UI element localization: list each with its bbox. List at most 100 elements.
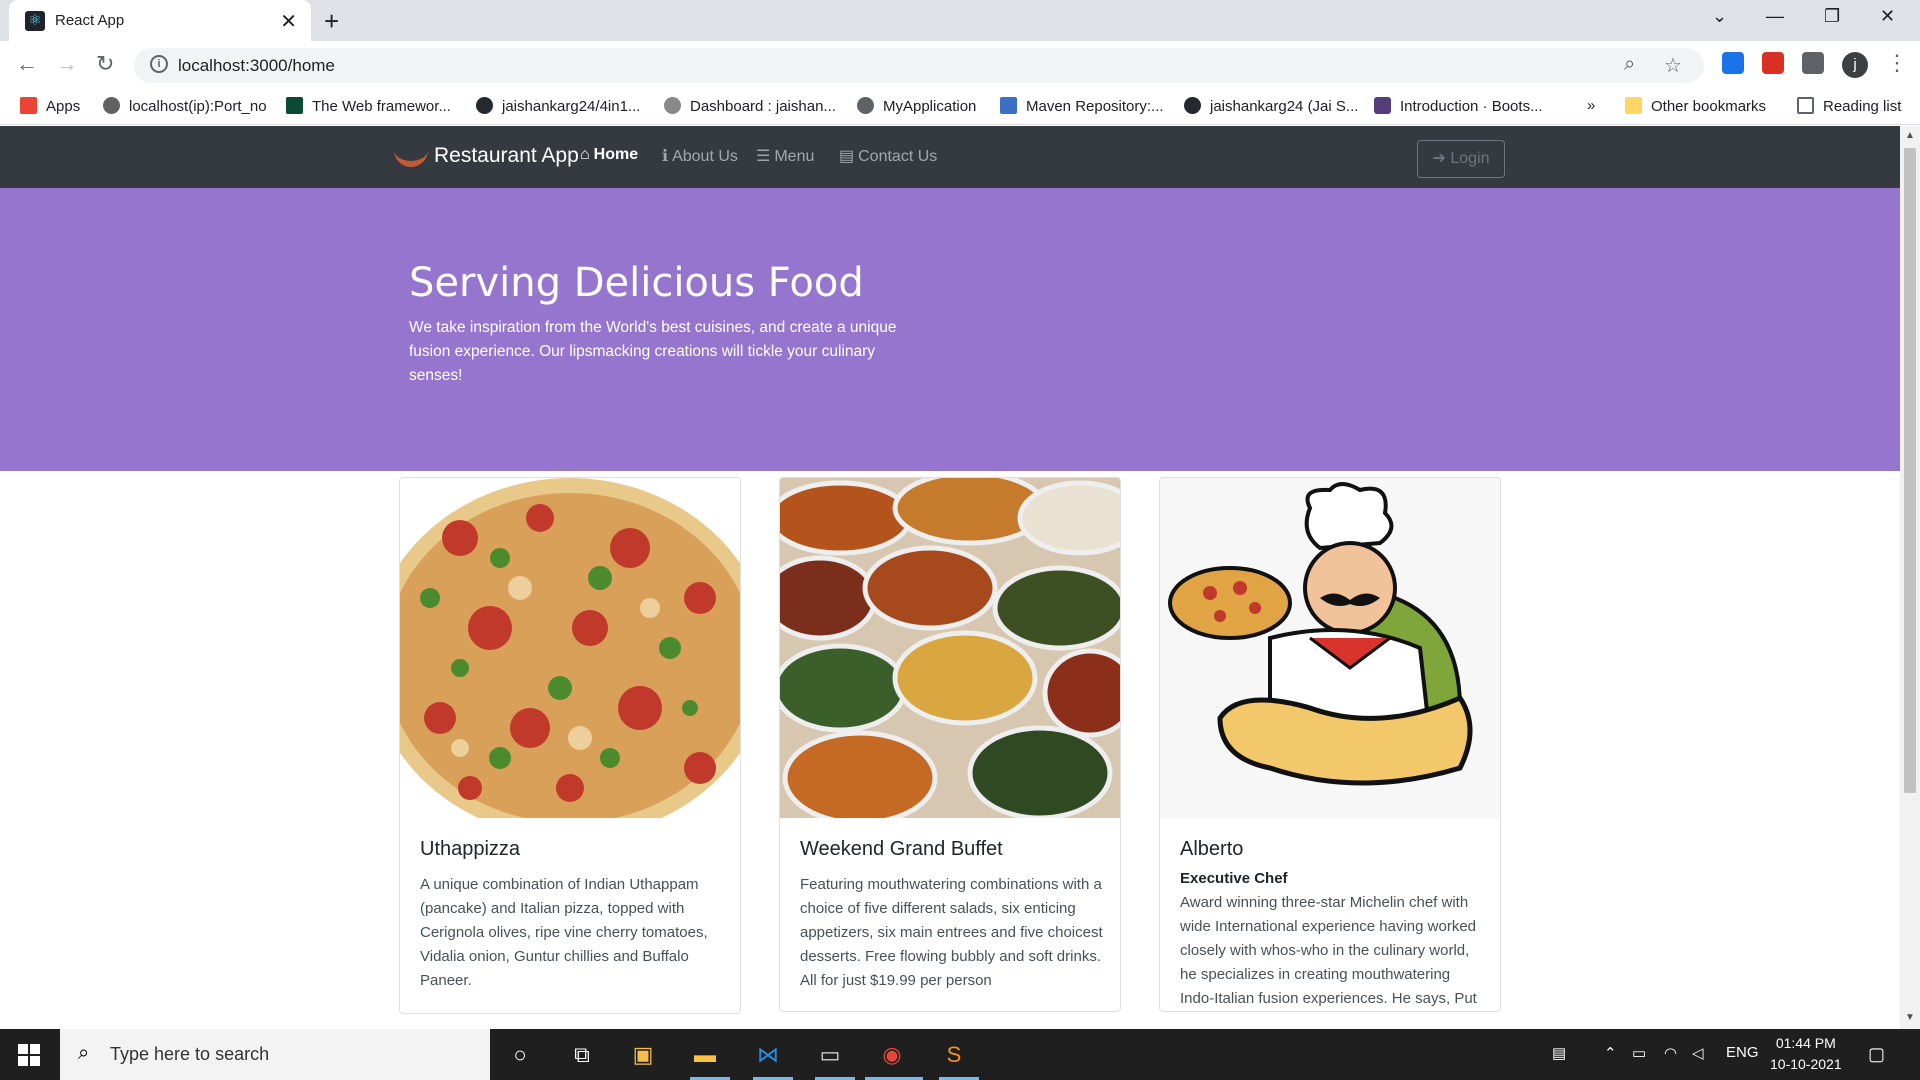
clock-time: 01:44 PM <box>1775 1035 1836 1051</box>
task-view-icon[interactable]: ⧉ <box>567 1040 597 1070</box>
url-text[interactable]: localhost:3000/home <box>178 56 335 76</box>
info-icon: ℹ <box>662 148 669 165</box>
reading-list[interactable]: Reading list <box>1797 97 1901 115</box>
sign-in-icon: ➜ <box>1432 150 1446 167</box>
cortana-icon[interactable]: ○ <box>505 1040 535 1070</box>
reload-button[interactable]: ↻ <box>96 51 114 77</box>
reading-list-icon <box>1797 97 1814 114</box>
login-button[interactable]: ➜ Login <box>1417 140 1505 178</box>
battery-icon[interactable]: ▭ <box>1632 1044 1646 1062</box>
address-bar[interactable]: i localhost:3000/home ⌕ ☆ <box>134 48 1704 83</box>
windows-start-icon[interactable] <box>18 1044 40 1066</box>
search-placeholder: Type here to search <box>110 1044 270 1064</box>
bookmarks-overflow[interactable]: » <box>1587 97 1595 114</box>
page-scrollbar[interactable]: ▲ ▼ <box>1900 126 1920 1029</box>
close-tab-icon[interactable]: ✕ <box>280 9 297 34</box>
vscode-icon[interactable]: ⋈ <box>753 1040 783 1070</box>
other-bookmarks[interactable]: Other bookmarks <box>1625 97 1766 115</box>
list-icon: ☰ <box>756 148 771 165</box>
sublime-text-icon[interactable]: S <box>939 1040 969 1070</box>
folder-icon <box>1625 97 1642 114</box>
taskbar-search[interactable]: ⌕ Type here to search <box>60 1029 490 1080</box>
taskbar-clock[interactable]: 01:44 PM 10-10-2021 <box>1770 1033 1842 1075</box>
jumbotron: Serving Delicious Food We take inspirati… <box>0 188 1900 471</box>
news-icon[interactable]: ▤ <box>1552 1044 1566 1062</box>
nav-link-contact[interactable]: ▤ Contact Us <box>839 146 937 166</box>
extension-translate-icon[interactable] <box>1722 52 1744 74</box>
card-title: Alberto <box>1180 838 1244 860</box>
tab-search-icon[interactable]: ⌄ <box>1712 6 1727 27</box>
close-window-button[interactable]: ✕ <box>1880 6 1895 27</box>
address-card-icon: ▤ <box>839 148 855 165</box>
browser-tab[interactable]: ⚛ React App ✕ <box>9 0 311 41</box>
bookmark-localhost[interactable]: localhost(ip):Port_no <box>103 97 267 115</box>
leader-card-alberto: Alberto Executive Chef Award winning thr… <box>1159 477 1501 1012</box>
back-button[interactable]: ← <box>16 51 38 77</box>
notifications-icon[interactable]: ▢ <box>1868 1044 1885 1065</box>
restaurant-logo-icon <box>394 141 428 167</box>
browser-toolbar: ← → ↻ i localhost:3000/home ⌕ ☆ <box>0 41 1920 89</box>
buffet-image <box>780 478 1120 818</box>
zoom-icon[interactable]: ⌕ <box>1624 53 1635 76</box>
language-indicator[interactable]: ENG <box>1726 1044 1759 1061</box>
card-subtitle: Executive Chef <box>1180 870 1288 887</box>
restore-button[interactable]: ❐ <box>1824 6 1840 27</box>
bookmark-myapplication[interactable]: MyApplication <box>857 97 976 115</box>
bookmark-maven[interactable]: Maven Repository:... <box>1000 97 1164 115</box>
bookmark-django[interactable]: The Web framewor... <box>286 97 451 115</box>
chef-image <box>1160 478 1500 818</box>
chrome-icon[interactable]: ◉ <box>877 1040 907 1070</box>
dish-card-uthappizza: Uthappizza A unique combination of India… <box>399 477 741 1014</box>
wifi-icon[interactable]: ◠ <box>1664 1044 1677 1062</box>
extension-red-icon[interactable] <box>1762 52 1784 74</box>
card-title: Uthappizza <box>420 838 521 860</box>
bookmarks-bar: Apps localhost(ip):Port_no The Web frame… <box>0 89 1920 125</box>
jumbotron-text: We take inspiration from the World's bes… <box>409 319 897 384</box>
scroll-down-arrow[interactable]: ▼ <box>1905 1012 1915 1023</box>
app-navbar: Restaurant App ⌂ Home ℹ About Us ☰ Menu ▤ Co… <box>0 126 1900 188</box>
volume-icon[interactable]: ◁ <box>1692 1044 1704 1062</box>
bookmark-github-4in1[interactable]: jaishankarg24/4in1... <box>476 97 640 115</box>
file-explorer-icon[interactable]: ▬ <box>690 1040 720 1070</box>
maven-icon <box>1000 97 1017 114</box>
bootstrap-icon <box>1374 97 1391 114</box>
windows-taskbar: ⌕ Type here to search ○ ⧉ ▣ ▬ ⋈ ▭ ◉ S ▤ … <box>0 1029 1920 1080</box>
scroll-thumb[interactable] <box>1904 148 1916 793</box>
site-info-icon[interactable]: i <box>150 55 168 73</box>
tab-strip: ⚛ React App ✕ + ⌄ — ❐ ✕ <box>0 0 1920 41</box>
card-text: Award winning three-star Michelin chef w… <box>1180 894 1477 1007</box>
pizza-image <box>400 478 740 818</box>
terminal-icon[interactable]: ▭ <box>815 1040 845 1070</box>
store-icon[interactable]: ▣ <box>628 1040 658 1070</box>
extensions-puzzle-icon[interactable] <box>1802 52 1824 74</box>
bookmark-apps[interactable]: Apps <box>20 97 80 115</box>
bookmark-bootstrap[interactable]: Introduction · Boots... <box>1374 97 1543 115</box>
minimize-button[interactable]: — <box>1766 6 1784 27</box>
nav-link-home[interactable]: ⌂ Home <box>580 146 638 164</box>
nav-link-menu[interactable]: ☰ Menu <box>756 146 814 166</box>
search-icon: ⌕ <box>78 1042 90 1064</box>
globe-icon <box>103 97 120 114</box>
jumbotron-title: Serving Delicious Food <box>409 260 864 306</box>
bookmark-github-jai[interactable]: jaishankarg24 (Jai S... <box>1184 97 1358 115</box>
card-text: A unique combination of Indian Uthappam … <box>420 876 708 989</box>
new-tab-button[interactable]: + <box>324 6 339 37</box>
jenkins-icon <box>664 97 681 114</box>
bookmark-star-icon[interactable]: ☆ <box>1664 53 1682 78</box>
home-icon: ⌂ <box>580 146 590 163</box>
react-icon: ⚛ <box>25 11 45 31</box>
card-text: Featuring mouthwatering combinations wit… <box>800 876 1103 989</box>
scroll-up-arrow[interactable]: ▲ <box>1905 130 1915 141</box>
browser-menu-icon[interactable]: ⋮ <box>1886 50 1908 76</box>
github-icon <box>476 97 493 114</box>
forward-button[interactable]: → <box>56 51 78 77</box>
nav-link-about[interactable]: ℹ About Us <box>662 146 738 166</box>
page-viewport: Restaurant App ⌂ Home ℹ About Us ☰ Menu ▤ Co… <box>0 126 1900 1029</box>
dish-card-buffet: Weekend Grand Buffet Featuring mouthwate… <box>779 477 1121 1012</box>
tab-title: React App <box>55 12 125 29</box>
card-title: Weekend Grand Buffet <box>800 838 1003 860</box>
profile-avatar[interactable]: j <box>1842 52 1868 78</box>
tray-chevron-icon[interactable]: ⌃ <box>1604 1044 1617 1062</box>
bookmark-dashboard[interactable]: Dashboard : jaishan... <box>664 97 836 115</box>
navbar-brand[interactable]: Restaurant App <box>394 141 579 168</box>
